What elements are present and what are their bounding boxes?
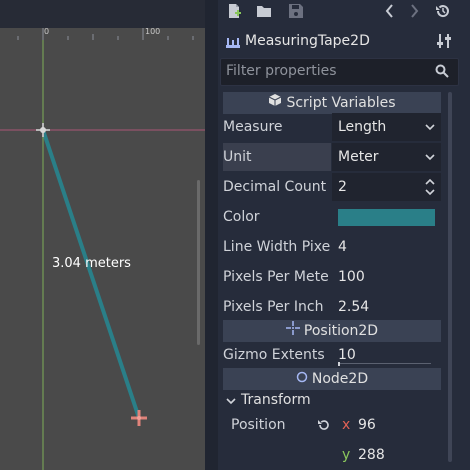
- prop-unit-value: Meter: [338, 149, 379, 165]
- prop-decimal-count-spinbox[interactable]: 2: [332, 173, 441, 201]
- filter-placeholder: Filter properties: [226, 63, 337, 79]
- prop-pixels-per-meter-value: 100: [338, 269, 365, 285]
- measure-line: [41, 129, 141, 419]
- section-position2d[interactable]: Position2D: [223, 320, 441, 342]
- canvas-viewport[interactable]: 0 100 3.04 meters: [0, 0, 205, 470]
- reset-value-icon[interactable]: [317, 418, 331, 436]
- new-script-icon[interactable]: [224, 3, 244, 23]
- prop-pixels-per-meter-field[interactable]: 100: [332, 263, 441, 291]
- node-title: MeasuringTape2D: [245, 33, 370, 49]
- position2d-icon: [285, 320, 300, 342]
- prop-position-y-value: 288: [358, 447, 385, 463]
- prop-measure-value: Length: [338, 119, 387, 135]
- prop-gizmo-extents-field[interactable]: 10: [332, 341, 441, 369]
- prop-line-width-value: 4: [338, 239, 347, 255]
- save-icon[interactable]: [286, 3, 306, 23]
- measure-distance-label: 3.04 meters: [52, 256, 131, 271]
- history-forward-icon[interactable]: [404, 3, 424, 23]
- node2d-circle-icon: [296, 368, 308, 390]
- inspector-panel: MeasuringTape2D Filter properties Script…: [218, 0, 470, 470]
- prop-unit-label: Unit: [223, 143, 331, 171]
- measuring-tape-node-icon: [225, 34, 241, 54]
- script-cube-icon: [268, 92, 282, 114]
- axis-x-label: x: [342, 417, 351, 433]
- prop-decimal-count-value: 2: [338, 179, 347, 195]
- origin-gizmo: [36, 123, 50, 137]
- prop-gizmo-extents-value: 10: [338, 347, 356, 363]
- subsection-transform[interactable]: Transform: [223, 389, 441, 413]
- prop-position-x-field[interactable]: x 96: [332, 411, 441, 439]
- gizmo-extents-slider-grabber[interactable]: [338, 362, 340, 366]
- prop-measure-label: Measure: [223, 119, 283, 135]
- prop-decimal-count-label: Decimal Count: [223, 179, 327, 195]
- section-script-variables[interactable]: Script Variables: [223, 92, 441, 114]
- object-properties-icon[interactable]: [436, 33, 452, 53]
- prop-color-label: Color: [223, 209, 260, 225]
- subsection-transform-label: Transform: [241, 392, 311, 408]
- prop-line-width-label: Line Width Pixe: [223, 239, 331, 255]
- prop-position-label: Position: [231, 417, 286, 433]
- section-position2d-label: Position2D: [303, 323, 379, 339]
- filter-properties-input[interactable]: Filter properties: [220, 58, 459, 86]
- history-back-icon[interactable]: [380, 3, 400, 23]
- open-folder-icon[interactable]: [254, 3, 274, 23]
- axis-y-label: y: [342, 447, 351, 463]
- prop-pixels-per-inch-value: 2.54: [338, 299, 370, 315]
- node-header: MeasuringTape2D: [218, 28, 470, 56]
- prop-position-y-field[interactable]: y 288: [332, 441, 441, 469]
- inspector-scrollbar[interactable]: [448, 92, 452, 462]
- prop-pixels-per-inch-field[interactable]: 2.54: [332, 293, 441, 321]
- viewport-scrollbar[interactable]: [197, 180, 200, 345]
- prop-pixels-per-inch-label: Pixels Per Inch: [223, 299, 324, 315]
- spin-arrows-icon[interactable]: [425, 173, 435, 212]
- section-node2d[interactable]: Node2D: [223, 368, 441, 390]
- search-icon: [435, 64, 449, 82]
- prop-color-swatch[interactable]: [338, 209, 435, 226]
- history-icon[interactable]: [433, 3, 453, 23]
- prop-gizmo-extents-label: Gizmo Extents: [223, 347, 325, 363]
- section-node2d-label: Node2D: [311, 371, 369, 387]
- prop-line-width-field[interactable]: 4: [332, 233, 441, 261]
- panel-divider[interactable]: [205, 0, 218, 470]
- section-script-variables-label: Script Variables: [286, 95, 396, 111]
- prop-measure-dropdown[interactable]: Length: [332, 113, 441, 141]
- prop-pixels-per-meter-label: Pixels Per Mete: [223, 269, 329, 285]
- prop-position-x-value: 96: [358, 417, 376, 433]
- gizmo-extents-slider[interactable]: [338, 363, 431, 364]
- prop-unit-dropdown[interactable]: Meter: [332, 143, 441, 171]
- end-gizmo: [131, 410, 147, 426]
- canvas-drawing: [0, 28, 205, 470]
